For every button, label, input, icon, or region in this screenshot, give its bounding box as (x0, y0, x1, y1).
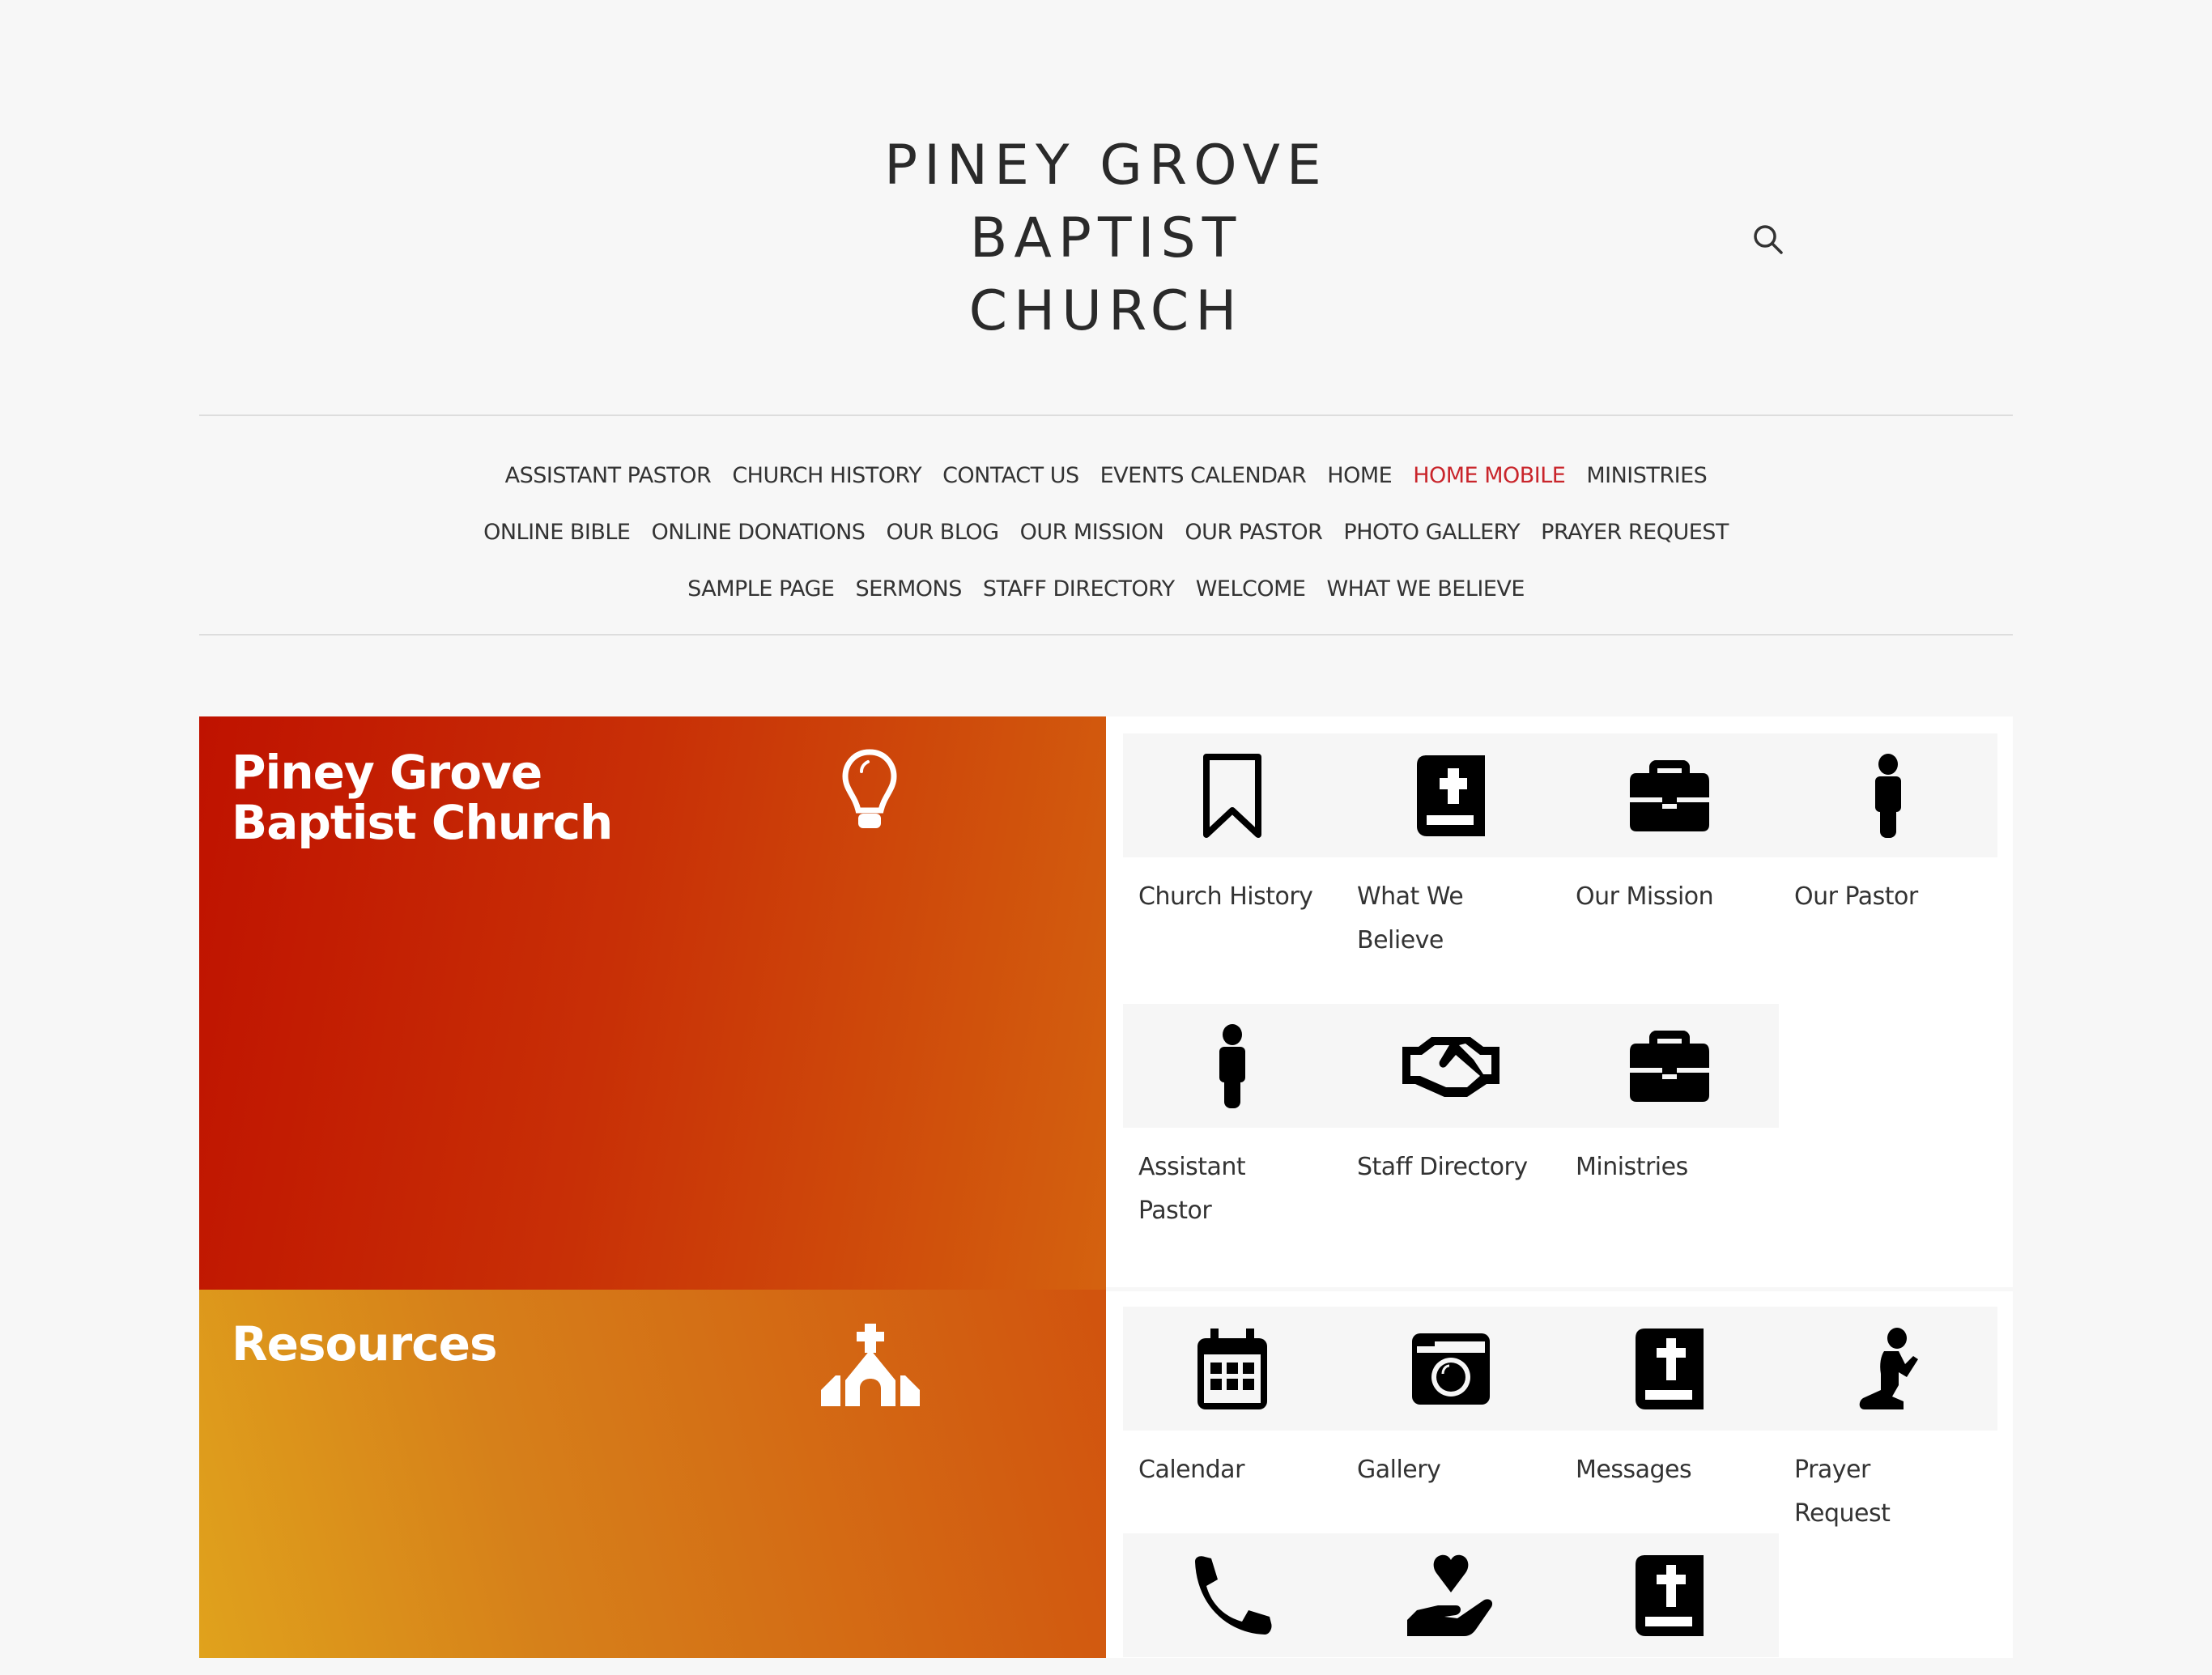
section-title-line: Piney Grove (232, 745, 542, 800)
tile-church-history[interactable]: Church History (1123, 733, 1342, 919)
tile-donations[interactable] (1342, 1533, 1560, 1675)
section-panel-resources: Resources (199, 1290, 1106, 1658)
tile-online-bible[interactable] (1560, 1533, 1779, 1675)
section-tiles-about: Church History What We Believe Our Missi… (1106, 716, 2013, 1287)
nav-item-home-mobile[interactable]: HOME MOBILE (1413, 463, 1566, 488)
tile-gallery[interactable]: Gallery (1342, 1307, 1560, 1492)
bookmark-icon (1203, 753, 1261, 838)
briefcase-icon (1630, 759, 1709, 831)
tile-label: Messages (1576, 1456, 1692, 1484)
praying-person-icon (1859, 1327, 1918, 1409)
phone-icon (1195, 1555, 1272, 1635)
tile-icon-area (1123, 1307, 1342, 1431)
nav-item-assistant-pastor[interactable]: ASSISTANT PASTOR (505, 463, 712, 488)
tile-icon-area (1342, 1004, 1560, 1128)
tile-label: Calendar (1138, 1456, 1244, 1484)
header-divider-bottom (199, 634, 2013, 636)
person-icon (1875, 753, 1901, 838)
nav-row: ASSISTANT PASTOR CHURCH HISTORY CONTACT … (199, 447, 2013, 504)
nav-item-our-mission[interactable]: OUR MISSION (1020, 520, 1164, 545)
section-tiles-resources: Calendar Gallery Messages Prayer Request (1106, 1291, 2013, 1658)
nav-item-ministries[interactable]: MINISTRIES (1586, 463, 1707, 488)
tile-icon-area (1779, 1307, 1997, 1431)
tile-label: What We Believe (1357, 882, 1464, 954)
nav-item-church-history[interactable]: CHURCH HISTORY (732, 463, 921, 488)
section-title: Resources (232, 1316, 498, 1371)
tile-icon-area (1123, 1533, 1342, 1657)
nav-item-welcome[interactable]: WELCOME (1196, 576, 1306, 602)
tile-label: Our Pastor (1794, 882, 1918, 911)
section-title-line: Baptist Church (232, 795, 613, 850)
tile-contact[interactable] (1123, 1533, 1342, 1675)
main-nav: ASSISTANT PASTOR CHURCH HISTORY CONTACT … (199, 447, 2013, 617)
search-icon (1754, 225, 1783, 254)
tile-icon-area (1560, 1004, 1779, 1128)
calendar-icon (1197, 1328, 1267, 1409)
tile-label: Prayer Request (1794, 1456, 1891, 1528)
hand-holding-heart-icon (1407, 1554, 1493, 1636)
tile-icon-area (1123, 733, 1342, 857)
tile-icon-area (1560, 1307, 1779, 1431)
tile-assistant-pastor[interactable]: Assistant Pastor (1123, 1004, 1342, 1233)
tile-label: Our Mission (1576, 882, 1714, 911)
tile-staff-directory[interactable]: Staff Directory (1342, 1004, 1560, 1189)
nav-item-sample-page[interactable]: SAMPLE PAGE (687, 576, 835, 602)
tile-label: Ministries (1576, 1153, 1688, 1181)
tile-icon-area (1342, 1307, 1560, 1431)
tile-our-mission[interactable]: Our Mission (1560, 733, 1779, 919)
nav-item-staff-directory[interactable]: STAFF DIRECTORY (983, 576, 1175, 602)
handshake-icon (1402, 1036, 1499, 1097)
section-title-line: Resources (232, 1316, 498, 1371)
tile-label: Church History (1138, 882, 1313, 911)
nav-item-our-blog[interactable]: OUR BLOG (886, 520, 999, 545)
bible-icon (1636, 1554, 1704, 1636)
person-icon (1219, 1023, 1245, 1108)
church-icon (819, 1322, 921, 1406)
tile-icon-area (1779, 733, 1997, 857)
tile-messages[interactable]: Messages (1560, 1307, 1779, 1492)
site-title-line: CHURCH (968, 279, 1244, 343)
tile-icon-area (1342, 1533, 1560, 1657)
tile-icon-area (1560, 1533, 1779, 1657)
tile-label: Staff Directory (1357, 1153, 1528, 1181)
site-title-line: PINEY GROVE (884, 134, 1328, 198)
lightbulb-icon (840, 749, 899, 833)
nav-item-sermons[interactable]: SERMONS (855, 576, 962, 602)
search-button[interactable] (1752, 223, 1784, 256)
tile-what-we-believe[interactable]: What We Believe (1342, 733, 1560, 963)
tile-prayer-request[interactable]: Prayer Request (1779, 1307, 1997, 1536)
tile-label: Gallery (1357, 1456, 1441, 1484)
bible-icon (1636, 1328, 1704, 1409)
tile-icon-area (1123, 1004, 1342, 1128)
site-title-line: BAPTIST (969, 206, 1243, 270)
nav-row: SAMPLE PAGE SERMONS STAFF DIRECTORY WELC… (199, 560, 2013, 617)
nav-item-what-we-believe[interactable]: WHAT WE BELIEVE (1326, 576, 1525, 602)
tile-label: Assistant Pastor (1138, 1153, 1246, 1225)
tile-ministries[interactable]: Ministries (1560, 1004, 1779, 1189)
nav-item-events-calendar[interactable]: EVENTS CALENDAR (1100, 463, 1307, 488)
nav-item-online-donations[interactable]: ONLINE DONATIONS (651, 520, 865, 545)
nav-item-prayer-request[interactable]: PRAYER REQUEST (1541, 520, 1729, 545)
nav-row: ONLINE BIBLE ONLINE DONATIONS OUR BLOG O… (199, 504, 2013, 560)
tile-our-pastor[interactable]: Our Pastor (1779, 733, 1997, 919)
site-title[interactable]: PINEY GROVE BAPTIST CHURCH (0, 130, 2212, 348)
nav-item-home[interactable]: HOME (1327, 463, 1392, 488)
section-panel-about: Piney Grove Baptist Church (199, 716, 1106, 1290)
camera-icon (1412, 1333, 1490, 1405)
nav-item-photo-gallery[interactable]: PHOTO GALLERY (1343, 520, 1520, 545)
header-divider-top (199, 414, 2013, 416)
tile-calendar[interactable]: Calendar (1123, 1307, 1342, 1492)
nav-item-our-pastor[interactable]: OUR PASTOR (1185, 520, 1323, 545)
briefcase-icon (1630, 1030, 1709, 1102)
tile-icon-area (1560, 733, 1779, 857)
section-title: Piney Grove Baptist Church (232, 745, 613, 850)
tile-icon-area (1342, 733, 1560, 857)
bible-icon (1417, 755, 1485, 836)
nav-item-online-bible[interactable]: ONLINE BIBLE (483, 520, 631, 545)
nav-item-contact-us[interactable]: CONTACT US (942, 463, 1079, 488)
